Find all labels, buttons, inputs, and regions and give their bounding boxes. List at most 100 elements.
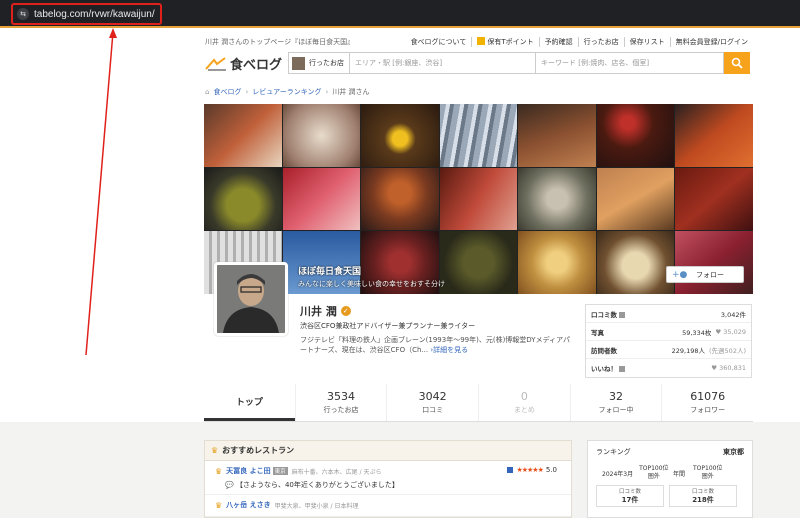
logo-mark-icon xyxy=(205,56,226,70)
food-photo[interactable] xyxy=(518,104,596,167)
crown-icon: ♛ xyxy=(215,466,223,476)
food-photo[interactable] xyxy=(675,231,753,294)
about-link[interactable]: 食べログについて xyxy=(406,37,472,47)
food-photo[interactable] xyxy=(361,104,439,167)
saved-list-link[interactable]: 保存リスト xyxy=(623,37,670,47)
cover-title: ほぼ毎日食天国 xyxy=(298,267,362,277)
tune-icon[interactable]: ⇆ xyxy=(17,8,29,20)
profile-photo xyxy=(217,265,285,333)
restaurant-name[interactable]: 天冨良 よこ田 xyxy=(226,466,270,476)
top-nav: 川井 潤さんのトップページ『ほぼ毎日食天国』 食べログについて 保有Tポイント … xyxy=(205,36,753,48)
header-links: 食べログについて 保有Tポイント 予約確認 行ったお店 保存リスト 無料会員登録… xyxy=(406,37,753,47)
area-search-input[interactable]: エリア・駅 [例:銀座、渋谷] xyxy=(350,52,536,74)
food-photo[interactable] xyxy=(596,231,675,294)
search-bar: 行ったお店 エリア・駅 [例:銀座、渋谷] キーワード [例:焼肉、店名、個室] xyxy=(288,52,752,74)
food-photo[interactable] xyxy=(439,167,518,231)
user-page-title: 川井 潤さんのトップページ『ほぼ毎日食天国』 xyxy=(205,38,355,46)
review-icon xyxy=(507,467,514,473)
food-photo[interactable] xyxy=(282,167,361,231)
breadcrumb-tabelog[interactable]: 食べログ xyxy=(213,87,241,97)
rating: ★★★★★ 5.0 xyxy=(507,466,557,474)
tab-reviews[interactable]: 3042 口コミ xyxy=(386,384,478,421)
breadcrumb-ranking[interactable]: レビュアーランキング xyxy=(252,87,321,97)
follow-button[interactable]: +● フォロー xyxy=(666,266,744,283)
breadcrumb-current: 川井 潤さん xyxy=(332,88,370,96)
reviewer-title: 渋谷区CFO兼政社アドバイザー兼プランナー兼ライター xyxy=(300,322,476,330)
food-photo[interactable] xyxy=(439,104,518,167)
ranking-boxes: 口コミ数 17件 口コミ数 218件 xyxy=(596,485,744,507)
crown-icon: ♛ xyxy=(211,446,219,455)
star-rating-icon: ★★★★★ xyxy=(516,466,543,474)
tab-following[interactable]: 32 フォロー中 xyxy=(569,384,662,421)
add-user-icon: +● xyxy=(672,269,688,280)
recommended-restaurants: ♛ おすすめレストラン ♛ 天冨良 よこ田 東京 麻布十番、六本木、広尾 / 天… xyxy=(204,440,572,518)
breadcrumb: ⌂ 食べログ › レビュアーランキング › 川井 潤さん xyxy=(205,87,370,97)
reviewer-bio: フジテレビ「料理の鉄人」企画ブレーン(1993年〜99年)、元(株)博報堂DYメ… xyxy=(300,335,576,355)
tab-followers[interactable]: 61076 フォロワー xyxy=(661,384,753,421)
follow-label: フォロー xyxy=(696,270,724,279)
stat-visitors: 訪問者数 229,198人 (先週502人) xyxy=(586,341,751,359)
food-photo[interactable] xyxy=(675,167,753,231)
been-shops-label: 行ったお店 xyxy=(309,59,344,67)
reservation-link[interactable]: 予約確認 xyxy=(538,37,578,47)
recommended-heading: ♛ おすすめレストラン xyxy=(205,441,571,461)
tab-top[interactable]: トップ xyxy=(204,384,295,421)
food-photo[interactable] xyxy=(361,167,439,231)
stat-photos: 写真 59,334枚 ♥ 35,029 xyxy=(586,323,751,341)
search-button[interactable] xyxy=(724,52,750,74)
food-photo[interactable] xyxy=(675,104,753,167)
logo-text: 食べログ xyxy=(230,57,283,72)
area-badge: 東京 xyxy=(272,467,288,475)
food-photo[interactable] xyxy=(282,104,361,167)
tab-summary[interactable]: 0 まとめ xyxy=(478,384,570,421)
ranking-region: 東京都 xyxy=(723,448,744,456)
food-photo[interactable] xyxy=(204,167,282,231)
search-icon xyxy=(731,57,743,69)
home-icon: ⌂ xyxy=(205,88,210,96)
food-photo[interactable] xyxy=(518,167,596,231)
url-text[interactable]: tabelog.com/rvwr/kawaijun/ xyxy=(34,9,155,20)
tpoint-link[interactable]: 保有Tポイント xyxy=(471,37,538,47)
help-icon[interactable] xyxy=(619,366,625,372)
list-item[interactable]: ♛ 八ヶ岳 えさき 甲斐大泉、甲斐小泉 / 日本料理 xyxy=(205,495,571,517)
cover-caption: ほぼ毎日食天国 みんなに楽しく美味しい食の幸せをおすそ分け xyxy=(298,264,445,289)
help-icon[interactable] xyxy=(619,311,625,318)
reviewer-name: 川井 潤 xyxy=(300,305,337,318)
address-bar[interactable]: ⇆ tabelog.com/rvwr/kawaijun/ xyxy=(11,3,162,25)
restaurant-meta: 甲斐大泉、甲斐小泉 / 日本料理 xyxy=(274,502,359,510)
stat-reviews: 口コミ数 3,042件 xyxy=(586,305,751,323)
ranking-panel: ランキング 東京都 2024年3月 TOP100位 圏外 年間 TOP100位 圏外… xyxy=(587,440,753,518)
keyword-search-input[interactable]: キーワード [例:焼肉、店名、個室] xyxy=(536,52,724,74)
food-photo[interactable] xyxy=(518,231,596,294)
list-item[interactable]: ♛ 天冨良 よこ田 東京 麻布十番、六本木、広尾 / 天ぷら ★★★★★ 5.0… xyxy=(205,461,571,495)
reviewer-stats: 口コミ数 3,042件 写真 59,334枚 ♥ 35,029 訪問者数 229… xyxy=(585,304,752,378)
user-avatar-icon xyxy=(292,56,305,70)
food-photo[interactable] xyxy=(204,104,282,167)
cover-subtitle: みんなに楽しく美味しい食の幸せをおすそ分け xyxy=(298,280,445,288)
browser-toolbar: ⇆ tabelog.com/rvwr/kawaijun/ xyxy=(0,0,800,28)
restaurant-meta: 麻布十番、六本木、広尾 / 天ぷら xyxy=(291,468,382,476)
food-photo[interactable] xyxy=(596,167,675,231)
bio-more-link[interactable]: ›詳細を見る xyxy=(430,346,468,354)
crown-icon: ♛ xyxy=(215,500,223,510)
tpoint-icon xyxy=(477,37,486,45)
review-title[interactable]: 💬 【さようなら、40年近くありがとうございました】 xyxy=(225,480,563,490)
profile-tabs: トップ 3534 行ったお店 3042 口コミ 0 まとめ 32 フォロー中 61076… xyxy=(204,384,753,422)
restaurant-name[interactable]: 八ヶ岳 えさき xyxy=(226,500,270,510)
been-link[interactable]: 行ったお店 xyxy=(577,37,624,47)
yearly-review-count: 口コミ数 218件 xyxy=(669,485,737,507)
signup-login-link[interactable]: 無料会員登録/ログイン xyxy=(669,37,753,47)
logo[interactable]: 食べログ xyxy=(205,54,282,73)
monthly-review-count: 口コミ数 17件 xyxy=(596,485,664,507)
been-shops-button[interactable]: 行ったお店 xyxy=(288,52,350,74)
avatar[interactable] xyxy=(214,262,288,336)
food-photo[interactable] xyxy=(596,104,675,167)
verified-badge-icon: ✓ xyxy=(340,306,351,316)
stat-likes: いいね！ ♥ 360,831 xyxy=(591,364,746,373)
ranking-label: ランキング xyxy=(596,448,631,456)
tab-been[interactable]: 3534 行ったお店 xyxy=(294,384,387,421)
reviewer-name-row: 川井 潤 ✓ xyxy=(300,303,351,319)
ranking-row: 2024年3月 TOP100位 圏外 年間 TOP100位 圏外 xyxy=(602,465,723,480)
food-photo[interactable] xyxy=(439,231,518,294)
photo-likes: ♥ 35,029 xyxy=(715,327,746,336)
